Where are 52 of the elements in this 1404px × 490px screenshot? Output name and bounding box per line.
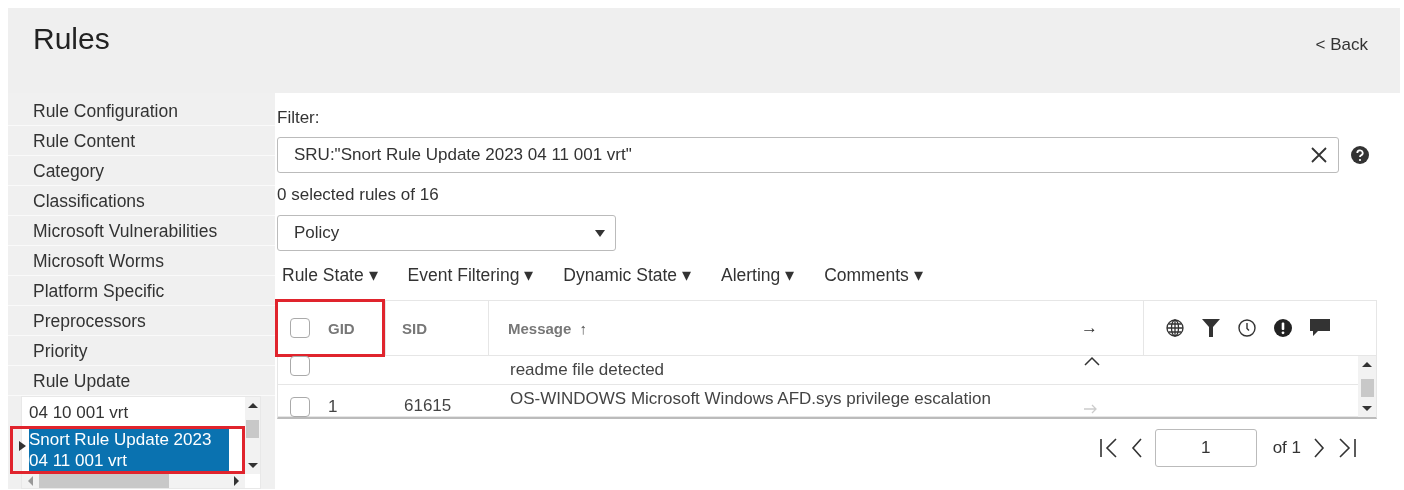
next-page-icon[interactable] <box>1313 438 1325 458</box>
sidebar-item[interactable]: Rule Content <box>8 126 275 156</box>
scrollbar[interactable] <box>1358 356 1376 417</box>
previous-page-icon[interactable] <box>1130 438 1143 458</box>
sidebar-item[interactable]: Category <box>8 156 275 186</box>
filter-field[interactable]: SRU:"Snort Rule Update 2023 04 11 001 vrt" <box>277 137 1339 173</box>
checkbox[interactable] <box>290 318 310 338</box>
sidebar-item[interactable]: Priority <box>8 336 275 366</box>
page-field[interactable]: 1 <box>1154 429 1257 467</box>
globe-icon[interactable] <box>1166 319 1184 337</box>
policy-select[interactable]: Policy <box>277 215 616 251</box>
back-link[interactable]: < Back <box>1315 35 1368 55</box>
tree-item[interactable]: 04 10 001 vrt <box>29 402 229 423</box>
column-header[interactable]: SID <box>402 319 427 337</box>
toolbar-menu[interactable]: Alerting ▾ <box>720 265 795 286</box>
checkbox[interactable] <box>290 356 310 376</box>
sidebar-item[interactable]: Microsoft Vulnerabilities <box>8 216 275 246</box>
last-page-icon[interactable] <box>1337 438 1357 458</box>
table-cell: readme file detected <box>510 360 665 380</box>
toolbar-menu[interactable]: Comments ▾ <box>824 265 923 286</box>
toolbar-menu[interactable]: Rule State ▾ <box>282 265 378 286</box>
help-icon[interactable] <box>1351 146 1369 164</box>
dropdown-icon[interactable] <box>595 229 605 237</box>
column-header[interactable]: GID <box>328 319 355 337</box>
filter-label: Filter: <box>277 107 321 129</box>
first-page-icon[interactable] <box>1098 438 1119 458</box>
page-total: of 1 <box>1272 438 1301 458</box>
sort-indicator[interactable]: ↑ <box>579 319 587 337</box>
table-cell: OS-WINDOWS Microsoft Windows AFD.sys privilege escalation <box>510 389 991 409</box>
sidebar-item[interactable]: Platform Specific <box>8 276 275 306</box>
comment-icon[interactable] <box>1310 319 1330 337</box>
column-header[interactable]: Message <box>508 319 572 337</box>
sidebar-item[interactable]: Preprocessors <box>8 306 275 336</box>
scrollbar[interactable] <box>22 474 245 488</box>
table-cell: 1 <box>328 397 338 417</box>
chevron-up-icon[interactable] <box>1084 356 1100 366</box>
filter-icon[interactable] <box>1202 318 1220 338</box>
clock-icon[interactable] <box>1238 319 1256 337</box>
sidebar-item[interactable]: Rule Configuration <box>8 96 275 126</box>
checkbox[interactable] <box>290 397 310 417</box>
sidebar-item[interactable]: Microsoft Worms <box>8 246 275 276</box>
clear-icon[interactable] <box>1310 146 1328 164</box>
toolbar-menu[interactable]: Dynamic State ▾ <box>563 265 691 286</box>
selection-count: 0 selected rules of 16 <box>277 185 440 205</box>
scrollbar[interactable] <box>245 397 260 474</box>
table-cell: 61615 <box>404 395 452 416</box>
page-title: Rules <box>33 22 110 56</box>
sidebar-item[interactable]: Classifications <box>8 186 275 216</box>
alert-icon[interactable] <box>1274 319 1292 337</box>
toolbar-menu[interactable]: Event Filtering ▾ <box>407 265 534 286</box>
tree-item[interactable]: Snort Rule Update 2023 04 11 001 vrt <box>29 429 229 471</box>
column-header[interactable]: → <box>1081 318 1098 338</box>
